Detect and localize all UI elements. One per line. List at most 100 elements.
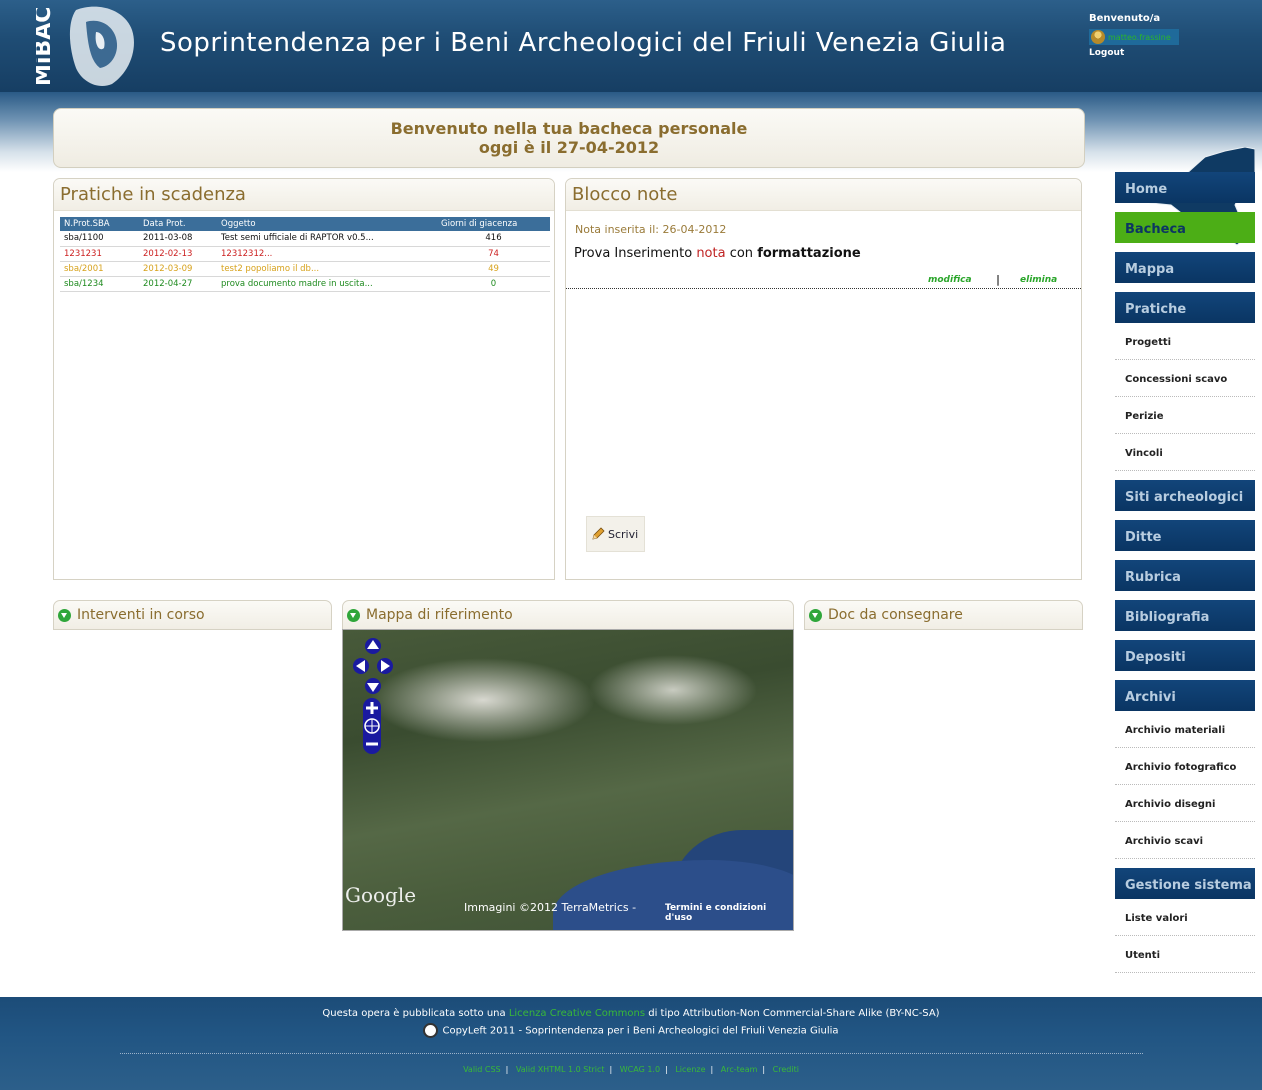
menu-item-utenti[interactable]: Utenti [1115, 936, 1255, 973]
note-text-mid: con [725, 246, 758, 261]
copyleft-icon [423, 1023, 439, 1038]
scrivi-button[interactable]: Scrivi [586, 516, 645, 552]
satellite-map[interactable]: Google Immagini ©2012 TerraMetrics - Ter… [342, 629, 794, 931]
table-row[interactable]: sba/1100 2011-03-08 Test semi ufficiale di… [60, 231, 550, 247]
menu-item-archivio-scavi[interactable]: Archivio scavi [1115, 822, 1255, 859]
cell-data[interactable]: 2011-03-08 [139, 231, 217, 247]
footer-link-xhtml[interactable]: Valid XHTML 1.0 Strict [516, 1065, 605, 1074]
logo-text: MiBAC [36, 7, 56, 86]
menu-item-perizie[interactable]: Perizie [1115, 397, 1255, 434]
cell-oggetto[interactable]: prova documento madre in uscita... [217, 276, 437, 292]
menu-mappa[interactable]: Mappa [1115, 252, 1255, 283]
col-oggetto[interactable]: Oggetto [217, 217, 437, 231]
menu-bacheca[interactable]: Bacheca [1115, 212, 1255, 243]
google-logo[interactable]: Google [345, 883, 416, 907]
modifica-link[interactable]: modifica [928, 275, 972, 285]
note-actions: modifica | elimina [566, 273, 1081, 289]
note-text: Prova Inserimento nota con formattazione [574, 246, 1081, 261]
table-row[interactable]: 1231231 2012-02-13 12312312... 74 [60, 246, 550, 262]
col-prot[interactable]: N.Prot.SBA [60, 217, 139, 231]
menu-gestione[interactable]: Gestione sistema [1115, 868, 1255, 899]
elimina-link[interactable]: elimina [1020, 275, 1057, 285]
menu-archivi[interactable]: Archivi [1115, 680, 1255, 711]
menu-home[interactable]: Home [1115, 172, 1255, 203]
cell-giorni[interactable]: 416 [437, 231, 550, 247]
menu-item-archivio-materiali[interactable]: Archivio materiali [1115, 711, 1255, 748]
col-data[interactable]: Data Prot. [139, 217, 217, 231]
pratiche-panel: Pratiche in scadenza N.Prot.SBA Data Pro… [53, 178, 555, 580]
expand-icon[interactable] [347, 608, 360, 622]
logout-link[interactable]: Logout [1089, 48, 1179, 58]
cell-data[interactable]: 2012-02-13 [139, 246, 217, 262]
note-text-bold: formattazione [757, 246, 861, 261]
note-text-red: nota [696, 246, 726, 261]
map-terms-link[interactable]: Termini e condizioni d'uso [665, 903, 793, 923]
menu-bibliografia[interactable]: Bibliografia [1115, 600, 1255, 631]
mibac-logo[interactable]: MiBAC [36, 2, 140, 88]
doc-box[interactable]: Doc da consegnare [804, 600, 1083, 630]
cell-data[interactable]: 2012-04-27 [139, 276, 217, 292]
cell-oggetto[interactable]: Test semi ufficiale di RAPTOR v0.5... [217, 231, 437, 247]
blocco-title: Blocco note [566, 179, 1081, 211]
map-copyright: Immagini ©2012 TerraMetrics - [464, 901, 637, 914]
menu-item-liste-valori[interactable]: Liste valori [1115, 899, 1255, 936]
footer-link-crediti[interactable]: Crediti [773, 1065, 799, 1074]
cell-prot[interactable]: sba/1234 [60, 276, 139, 292]
menu-item-vincoli[interactable]: Vincoli [1115, 434, 1255, 471]
license-post: di tipo Attribution-Non Commercial-Share… [645, 1008, 940, 1019]
map-pan-control[interactable] [353, 638, 393, 694]
menu-item-archivio-disegni[interactable]: Archivio disegni [1115, 785, 1255, 822]
username[interactable]: matteo.frassine [1108, 33, 1171, 42]
footer-link-arcteam[interactable]: Arc-team [721, 1065, 758, 1074]
cell-oggetto[interactable]: 12312312... [217, 246, 437, 262]
cell-prot[interactable]: sba/1100 [60, 231, 139, 247]
mappa-box[interactable]: Mappa di riferimento [342, 600, 794, 630]
menu-item-progetti[interactable]: Progetti [1115, 323, 1255, 360]
footer-link-css[interactable]: Valid CSS [463, 1065, 501, 1074]
main-menu: Home Bacheca Mappa Pratiche Progetti Con… [1115, 172, 1255, 973]
interventi-box[interactable]: Interventi in corso [53, 600, 332, 630]
cell-prot[interactable]: 1231231 [60, 246, 139, 262]
menu-pratiche[interactable]: Pratiche [1115, 292, 1255, 323]
cell-oggetto[interactable]: test2 popoliamo il db... [217, 261, 437, 277]
license-line: Questa opera è pubblicata sotto una Lice… [0, 1008, 1262, 1019]
menu-item-concessioni[interactable]: Concessioni scavo [1115, 360, 1255, 397]
license-pre: Questa opera è pubblicata sotto una [322, 1008, 509, 1019]
welcome-line-2: oggi è il 27-04-2012 [478, 138, 660, 157]
pratiche-title: Pratiche in scadenza [54, 179, 554, 211]
site-title: Soprintendenza per i Beni Archeologici d… [160, 28, 1007, 58]
footer-link-licenze[interactable]: Licenze [675, 1065, 705, 1074]
table-row[interactable]: sba/1234 2012-04-27 prova documento madre … [60, 276, 550, 292]
menu-item-archivio-fotografico[interactable]: Archivio fotografico [1115, 748, 1255, 785]
menu-ditte[interactable]: Ditte [1115, 520, 1255, 551]
note-date: Nota inserita il: 26-04-2012 [575, 223, 727, 236]
user-link[interactable]: matteo.frassine [1089, 29, 1179, 45]
menu-depositi[interactable]: Depositi [1115, 640, 1255, 671]
interventi-title: Interventi in corso [77, 607, 205, 623]
expand-icon[interactable] [809, 608, 822, 622]
cell-data[interactable]: 2012-03-09 [139, 261, 217, 277]
col-giorni[interactable]: Giorni di giacenza [437, 217, 550, 231]
menu-siti[interactable]: Siti archeologici [1115, 480, 1255, 511]
copyleft-line: CopyLeft 2011 - Soprintendenza per i Ben… [0, 1023, 1262, 1038]
pratiche-table: N.Prot.SBA Data Prot. Oggetto Giorni di … [60, 217, 550, 292]
cell-giorni[interactable]: 0 [437, 276, 550, 292]
note-text-pre: Prova Inserimento [574, 246, 697, 261]
pencil-icon [592, 527, 605, 540]
expand-icon[interactable] [58, 608, 71, 622]
table-row[interactable]: sba/2001 2012-03-09 test2 popoliamo il db.… [60, 261, 550, 277]
mappa-title: Mappa di riferimento [366, 607, 513, 623]
menu-rubrica[interactable]: Rubrica [1115, 560, 1255, 591]
map-zoom-control[interactable] [362, 698, 382, 754]
footer-link-wcag[interactable]: WCAG 1.0 [620, 1065, 660, 1074]
site-footer: Questa opera è pubblicata sotto una Lice… [0, 997, 1262, 1090]
welcome-banner: Benvenuto nella tua bacheca personale og… [53, 108, 1085, 168]
user-box: Benvenuto/a matteo.frassine Logout [1089, 13, 1179, 58]
cell-giorni[interactable]: 74 [437, 246, 550, 262]
license-link[interactable]: Licenza Creative Commons [509, 1008, 645, 1019]
copyleft-text: CopyLeft 2011 - Soprintendenza per i Ben… [442, 1025, 839, 1037]
cell-prot[interactable]: sba/2001 [60, 261, 139, 277]
footer-links: Valid CSS | Valid XHTML 1.0 Strict | WCAG … [463, 1065, 799, 1074]
cell-giorni[interactable]: 49 [437, 261, 550, 277]
blocco-note-panel: Blocco note Nota inserita il: 26-04-2012… [565, 178, 1082, 580]
